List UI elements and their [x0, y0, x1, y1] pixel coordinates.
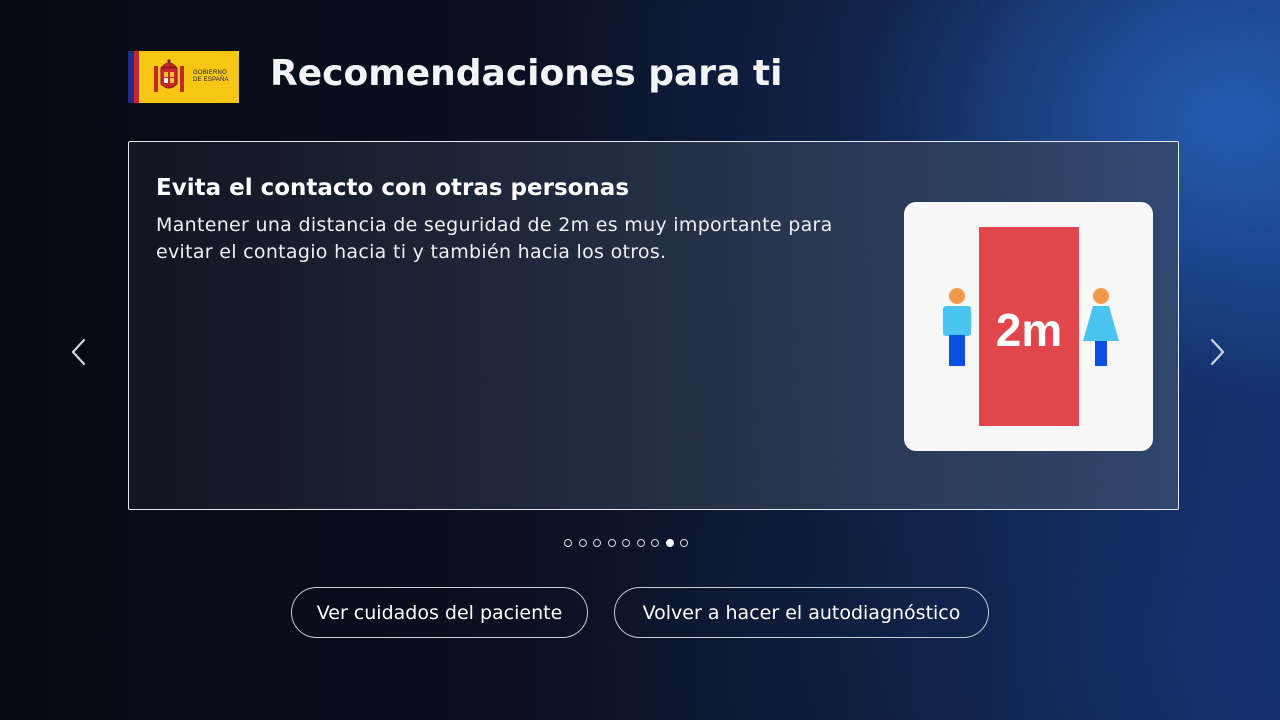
carousel-dot[interactable]: [593, 539, 601, 547]
chevron-right-icon: [1210, 338, 1225, 366]
person-left-icon: [943, 288, 971, 366]
carousel-dot[interactable]: [578, 539, 587, 547]
carousel-next-button[interactable]: [1204, 336, 1228, 368]
distance-label: 2m: [996, 304, 1062, 356]
carousel-dot-active[interactable]: [665, 539, 674, 547]
redo-selftest-button[interactable]: Volver a hacer el autodiagnóstico: [614, 587, 989, 638]
carousel-dot[interactable]: [564, 539, 572, 547]
carousel-dot[interactable]: [680, 539, 688, 547]
logo-stripe-red: [134, 51, 139, 103]
government-logo: GOBIERNO DE ESPAÑA: [128, 51, 239, 103]
carousel-prev-button[interactable]: [68, 336, 92, 368]
carousel-dot[interactable]: [607, 539, 616, 547]
coat-of-arms-icon: [151, 57, 187, 97]
card-description: Mantener una distancia de seguridad de 2…: [156, 214, 833, 263]
logo-text: GOBIERNO DE ESPAÑA: [193, 70, 229, 83]
patient-care-button[interactable]: Ver cuidados del paciente: [291, 587, 588, 638]
recommendation-card: Evita el contacto con otras personas Man…: [128, 141, 1179, 510]
chevron-left-icon: [71, 338, 86, 366]
carousel-dot[interactable]: [622, 539, 630, 547]
person-right-icon: [1083, 288, 1119, 366]
distance-illustration: 2m: [904, 202, 1153, 451]
card-title: Evita el contacto con otras personas: [156, 175, 630, 201]
carousel-pagination: [564, 539, 688, 547]
carousel-dot[interactable]: [636, 539, 645, 547]
page-title: Recomendaciones para ti: [270, 53, 783, 94]
carousel-dot[interactable]: [651, 539, 659, 547]
